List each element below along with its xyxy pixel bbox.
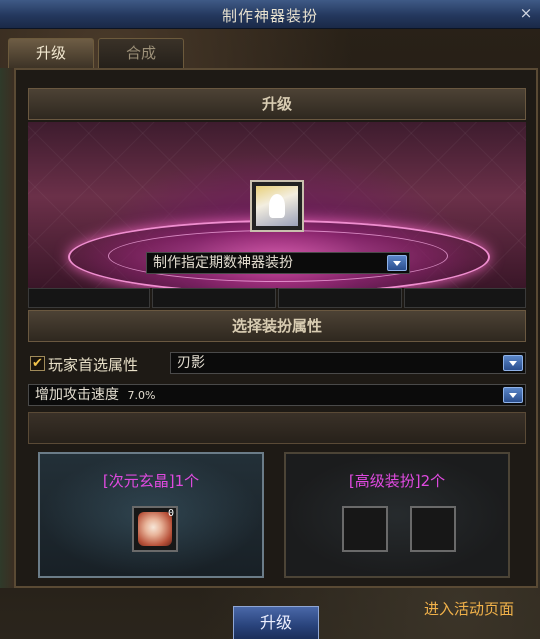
material-slot[interactable]: 0	[132, 506, 178, 552]
material-title: [高级装扮]2个	[348, 472, 446, 490]
target-item-slot[interactable]	[250, 180, 304, 232]
upgrade-button[interactable]: 升级	[233, 606, 319, 639]
option-slot[interactable]	[278, 288, 402, 308]
material-quantity: 0	[167, 508, 174, 519]
tab-synthesis[interactable]: 合成	[98, 38, 184, 68]
material-title: [次元玄晶]1个	[102, 472, 200, 490]
upgrade-section-header: 升级	[28, 88, 526, 120]
bonus-attribute-value: 7.0%	[127, 389, 156, 402]
option-slot-strip	[28, 288, 526, 308]
material-slot[interactable]	[410, 506, 456, 552]
bonus-attribute-dropdown[interactable]: 增加攻击速度 7.0%	[28, 384, 526, 406]
dimension-crystal-icon	[138, 512, 172, 546]
tab-upgrade[interactable]: 升级	[8, 38, 94, 68]
window-title: 制作神器装扮	[221, 7, 318, 25]
event-page-link[interactable]: 进入活动页面	[424, 598, 514, 619]
period-dropdown[interactable]: 制作指定期数神器装扮	[146, 252, 410, 274]
craft-artifact-costume-window: 制作神器装扮 × 升级 合成 升级 制作指定期数神器装扮 选择装扮属性 ✔ 玩家…	[0, 0, 540, 639]
preferred-attribute-value: 刃影	[177, 355, 205, 371]
option-slot[interactable]	[28, 288, 150, 308]
material-panel-costume: [高级装扮]2个	[284, 452, 510, 578]
preferred-attribute-dropdown[interactable]: 刃影	[170, 352, 526, 374]
attribute-section-header: 选择装扮属性	[28, 310, 526, 342]
close-button[interactable]: ×	[518, 5, 534, 21]
chevron-down-icon[interactable]	[503, 355, 523, 371]
material-panel-crystal: [次元玄晶]1个 0	[38, 452, 264, 578]
chevron-down-icon[interactable]	[503, 387, 523, 403]
preferred-attribute-checkbox[interactable]: ✔	[30, 356, 45, 371]
option-slot[interactable]	[404, 288, 526, 308]
chevron-down-icon[interactable]	[387, 255, 407, 271]
bonus-attribute-name: 增加攻击速度	[35, 387, 119, 403]
material-slot[interactable]	[342, 506, 388, 552]
attribute-detail-bar	[28, 412, 526, 444]
preferred-attribute-label: 玩家首选属性	[48, 356, 139, 374]
option-slot[interactable]	[152, 288, 276, 308]
period-dropdown-value: 制作指定期数神器装扮	[153, 255, 293, 271]
white-dragon-costume-icon	[256, 186, 298, 226]
title-bar[interactable]: 制作神器装扮 ×	[0, 0, 540, 29]
